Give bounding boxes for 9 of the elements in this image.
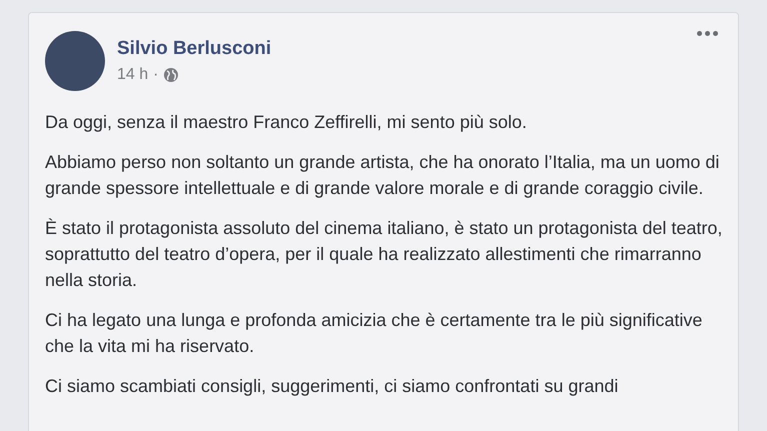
separator: · [153, 66, 158, 84]
globe-icon [163, 67, 180, 83]
post-paragraph: Ci ha legato una lunga e profonda amicizia che è certamente tra le più significative che la vita mi ha riservato. [45, 309, 704, 358]
post-paragraph: Ci siamo scambiati consigli, suggerimenti, ci siamo confrontati su grandi [45, 375, 620, 398]
post-time[interactable]: 14 h [117, 66, 148, 84]
author-name[interactable]: Silvio Berlusconi [117, 38, 681, 60]
post-paragraph: Da oggi, senza il maestro Franco Zeffirelli, mi sento più solo. [45, 111, 528, 134]
post-paragraph: Abbiamo perso non soltanto un grande artista, che ha onorato l’Italia, ma un uomo di grande spessore intellettuale e di grande valore morale e di grande coraggio civile. [45, 151, 720, 200]
post-paragraph: È stato il protagonista assoluto del cinema italiano, è stato un protagonista del teatro, soprattutto del teatro d’opera, per il quale ha realizzato allestimenti che rimarranno nella storia. [45, 217, 724, 292]
